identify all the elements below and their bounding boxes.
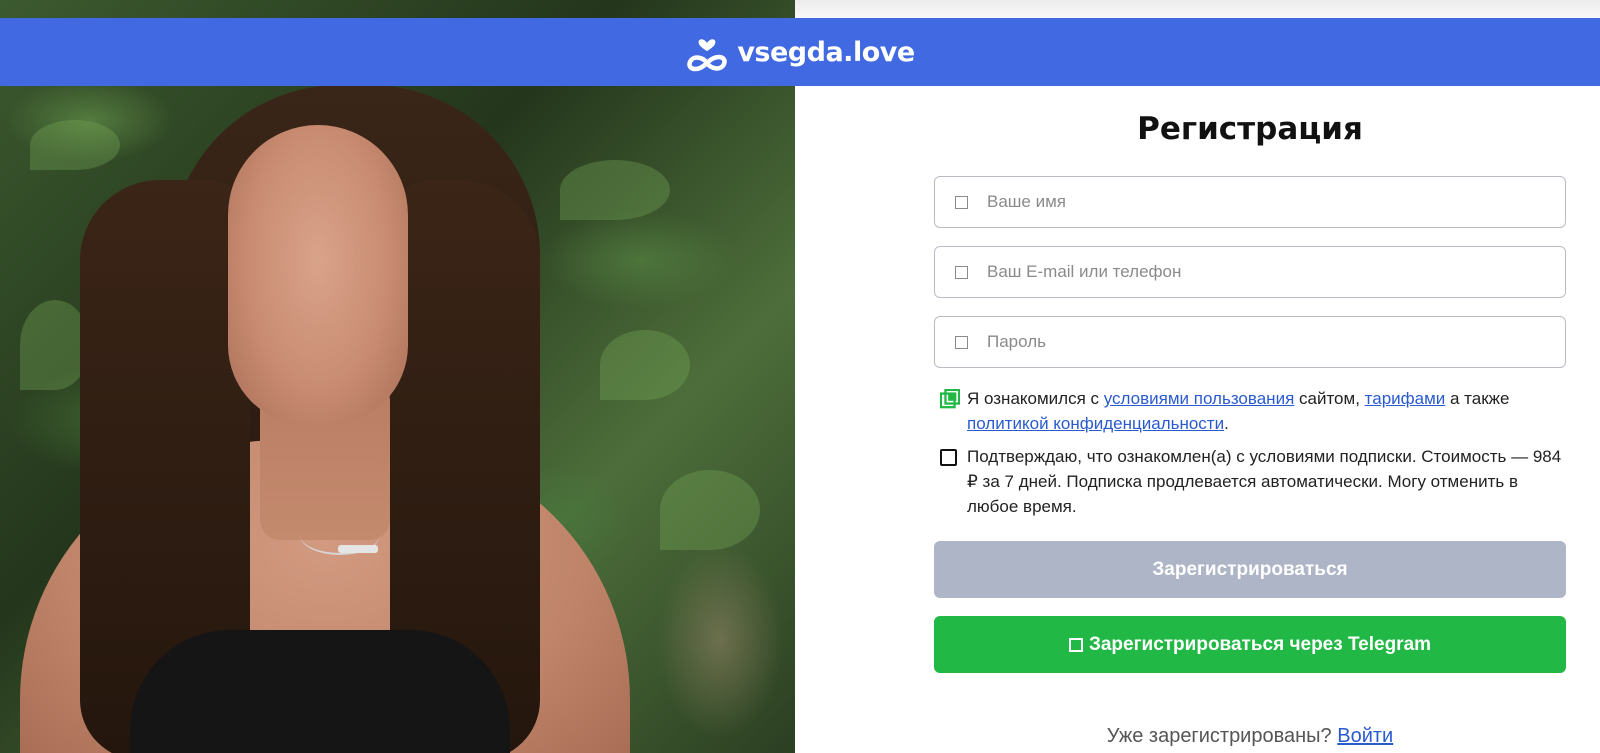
leaf-decoration: [30, 120, 120, 170]
photo-face: [228, 125, 408, 425]
tariffs-link[interactable]: тарифами: [1365, 389, 1446, 408]
privacy-policy-link[interactable]: политикой конфиденциальности: [967, 414, 1224, 433]
profile-photo: [0, 0, 795, 753]
terms-text: Я ознакомился с условиями пользования са…: [967, 386, 1566, 436]
brand-name: vsegda.love: [737, 36, 915, 68]
mail-icon: [955, 265, 968, 279]
terms-middle1: сайтом,: [1294, 389, 1365, 408]
photo-garment: [130, 630, 510, 753]
subscription-row: Подтверждаю, что ознакомлен(а) с условия…: [934, 444, 1566, 519]
terms-checkbox[interactable]: [940, 389, 960, 409]
leaf-decoration: [660, 470, 760, 550]
telegram-register-button[interactable]: Зарегистрироваться через Telegram: [934, 616, 1566, 673]
site-header: vsegda.love: [0, 18, 1600, 86]
lock-icon: [955, 335, 968, 349]
page-title: Регистрация: [1137, 111, 1363, 147]
leaf-decoration: [560, 160, 670, 220]
contact-field[interactable]: [934, 246, 1566, 298]
terms-row: Я ознакомился с условиями пользования са…: [934, 386, 1566, 436]
terms-middle2: а также: [1445, 389, 1510, 408]
password-field[interactable]: [934, 316, 1566, 368]
already-registered-text: Уже зарегистрированы?: [1106, 725, 1338, 747]
telegram-button-label: Зарегистрироваться через Telegram: [1088, 633, 1432, 655]
name-field[interactable]: [934, 176, 1566, 228]
terms-prefix: Я ознакомился с: [967, 389, 1104, 408]
subscription-checkbox[interactable]: [940, 449, 957, 466]
registration-form: Регистрация Я ознакомился с условиями по…: [934, 104, 1566, 748]
name-input[interactable]: [987, 192, 1565, 212]
infinity-heart-icon: [687, 39, 728, 72]
password-input[interactable]: [987, 332, 1565, 352]
telegram-icon: [1068, 637, 1083, 652]
terms-suffix: .: [1224, 414, 1229, 433]
user-icon: [955, 195, 968, 209]
login-prompt: Уже зарегистрированы? Войти: [934, 725, 1566, 748]
login-link[interactable]: Войти: [1337, 725, 1393, 747]
contact-input[interactable]: [987, 262, 1565, 282]
leaf-decoration: [600, 330, 690, 400]
subscription-text: Подтверждаю, что ознакомлен(а) с условия…: [967, 447, 1562, 516]
photo-pendant: [338, 545, 378, 553]
brand-logo[interactable]: vsegda.love: [685, 29, 915, 75]
register-button[interactable]: Зарегистрироваться: [934, 541, 1566, 598]
terms-of-use-link[interactable]: условиями пользования: [1104, 389, 1295, 408]
